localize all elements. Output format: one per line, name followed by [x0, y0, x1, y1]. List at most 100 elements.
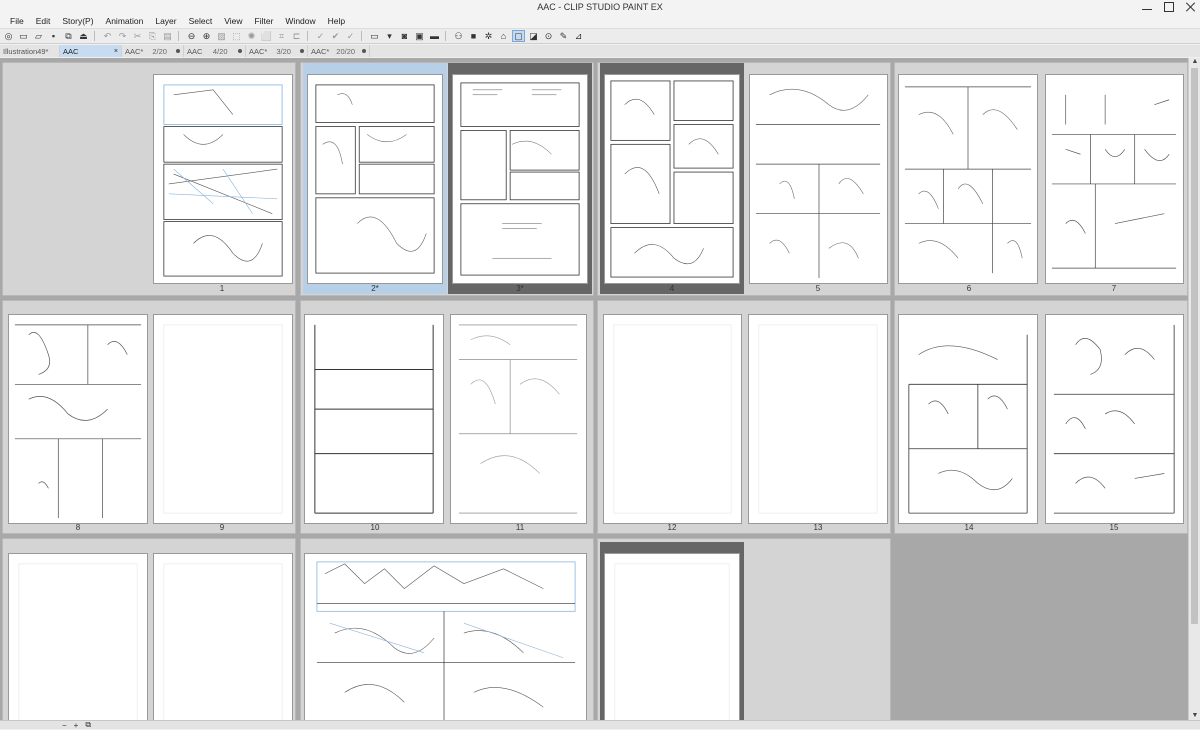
page-thumbnail-15[interactable]: [1045, 314, 1184, 524]
menu-layer[interactable]: Layer: [149, 14, 182, 28]
check-layer-icon[interactable]: ✓: [344, 30, 357, 42]
page-thumbnail-4[interactable]: [604, 74, 740, 284]
zoom-out-button[interactable]: −: [62, 721, 67, 730]
new-icon[interactable]: ▭: [17, 30, 30, 42]
check-all-icon[interactable]: ✔: [329, 30, 342, 42]
clear-icon[interactable]: ▨: [215, 30, 228, 42]
tab-aac-20[interactable]: AAC* 20/20: [308, 45, 370, 57]
selection-icon[interactable]: ▢: [512, 30, 525, 42]
check-icon[interactable]: ✓: [314, 30, 327, 42]
page-thumbnail-14[interactable]: [898, 314, 1038, 524]
transform-icon[interactable]: ⬚: [230, 30, 243, 42]
vertical-scrollbar[interactable]: ▲ ▼: [1188, 58, 1200, 720]
tab-label: AAC*: [125, 46, 144, 56]
page-thumbnail-spread[interactable]: [304, 553, 587, 720]
page-thumbnail-11[interactable]: [450, 314, 587, 524]
zoom-out-icon[interactable]: ⊖: [185, 30, 198, 42]
redo-icon[interactable]: ↷: [116, 30, 129, 42]
menu-edit[interactable]: Edit: [30, 14, 57, 28]
page-thumbnail-3[interactable]: [452, 74, 588, 284]
tab-close-icon[interactable]: ×: [114, 48, 118, 55]
page-number: 1: [219, 284, 225, 293]
brush-icon[interactable]: ⌂: [497, 30, 510, 42]
menu-filter[interactable]: Filter: [249, 14, 280, 28]
tab-aac-2[interactable]: AAC* 2/20: [122, 45, 184, 57]
scale-icon[interactable]: ✺: [245, 30, 258, 42]
display-mode-icon[interactable]: ▭: [368, 30, 381, 42]
search-icon[interactable]: ⊙: [542, 30, 555, 42]
copy-icon[interactable]: ⎘: [146, 30, 159, 42]
zoom-in-icon[interactable]: ⊕: [200, 30, 213, 42]
color-swatch-icon[interactable]: ■: [467, 30, 480, 42]
page-thumbnail-5[interactable]: [749, 74, 888, 284]
scroll-down-icon[interactable]: ▼: [1191, 712, 1199, 720]
ruler-icon[interactable]: ⊏: [290, 30, 303, 42]
title-bar: AAC - CLIP STUDIO PAINT EX: [0, 0, 1200, 14]
paste-icon[interactable]: ▤: [161, 30, 174, 42]
menu-view[interactable]: View: [218, 14, 248, 28]
page-thumbnail-9[interactable]: [153, 314, 293, 524]
unsaved-dot-icon[interactable]: [175, 49, 180, 53]
separator: [178, 31, 181, 41]
unsaved-dot-icon[interactable]: [362, 49, 366, 53]
status-bar: − + ⧉: [0, 720, 1200, 730]
export-icon[interactable]: ⏏: [77, 30, 90, 42]
undo-icon[interactable]: ↶: [101, 30, 114, 42]
close-button[interactable]: [1186, 2, 1196, 12]
chevron-down-icon[interactable]: ▾: [383, 30, 396, 42]
tab-aac-3[interactable]: AAC* 3/20: [246, 45, 308, 57]
menu-bar: File Edit Story(P) Animation Layer Selec…: [0, 14, 1200, 28]
zoom-in-button[interactable]: +: [74, 721, 79, 730]
open-icon[interactable]: ▱: [32, 30, 45, 42]
page-thumbnail-13[interactable]: [748, 314, 888, 524]
page-number: 15: [1109, 523, 1119, 532]
page-number: 9: [219, 523, 225, 532]
screen-icon[interactable]: ▣: [413, 30, 426, 42]
page-number: 12: [667, 523, 677, 532]
menu-help[interactable]: Help: [322, 14, 351, 28]
separator: [94, 31, 97, 41]
page-number: 4: [669, 284, 675, 293]
unsaved-dot-icon[interactable]: [238, 49, 242, 53]
page-thumbnail-7[interactable]: [1045, 74, 1184, 284]
menu-window[interactable]: Window: [279, 14, 321, 28]
tab-aac-4[interactable]: AAC 4/20: [184, 45, 246, 57]
app-icon[interactable]: ◎: [2, 30, 15, 42]
save-icon[interactable]: ▪: [47, 30, 60, 42]
menu-select[interactable]: Select: [183, 14, 219, 28]
menu-file[interactable]: File: [4, 14, 30, 28]
lasso-icon[interactable]: ◪: [527, 30, 540, 42]
tab-page-count: 2/20: [152, 46, 167, 56]
tab-illustration49[interactable]: Illustration49*: [0, 45, 60, 57]
cut-icon[interactable]: ✂: [131, 30, 144, 42]
page-thumbnail-8[interactable]: [8, 314, 148, 524]
scrollbar-thumb[interactable]: [1191, 68, 1198, 624]
page-thumbnail-17[interactable]: [153, 553, 293, 720]
minimize-button[interactable]: [1142, 4, 1152, 10]
tab-label: AAC*: [249, 46, 268, 56]
unsaved-dot-icon[interactable]: [299, 49, 304, 53]
layers-icon[interactable]: ⊿: [572, 30, 585, 42]
page-thumbnail-6[interactable]: [898, 74, 1038, 284]
tab-aac-active[interactable]: AAC ×: [60, 45, 122, 57]
scroll-up-icon[interactable]: ▲: [1191, 58, 1199, 66]
crop-icon[interactable]: ⌗: [275, 30, 288, 42]
save-icon-2[interactable]: ▬: [428, 30, 441, 42]
page-thumbnail-16[interactable]: [8, 553, 148, 720]
settings-icon[interactable]: ✲: [482, 30, 495, 42]
menu-story[interactable]: Story(P): [56, 14, 99, 28]
page-thumbnail-1[interactable]: [153, 74, 293, 284]
page-number: 8: [75, 523, 81, 532]
menu-animation[interactable]: Animation: [100, 14, 150, 28]
pen-icon[interactable]: ✎: [557, 30, 570, 42]
book-icon[interactable]: ⧉: [62, 30, 75, 42]
record-icon[interactable]: ◙: [398, 30, 411, 42]
page-thumbnail-10[interactable]: [304, 314, 444, 524]
tab-label: AAC: [63, 46, 79, 56]
fit-icon[interactable]: ⬜: [260, 30, 273, 42]
page-thumbnail-20[interactable]: [604, 553, 740, 720]
page-thumbnail-2[interactable]: [307, 74, 443, 284]
page-thumbnail-12[interactable]: [603, 314, 742, 524]
link-icon[interactable]: ⚇: [452, 30, 465, 42]
maximize-button[interactable]: [1164, 2, 1174, 12]
